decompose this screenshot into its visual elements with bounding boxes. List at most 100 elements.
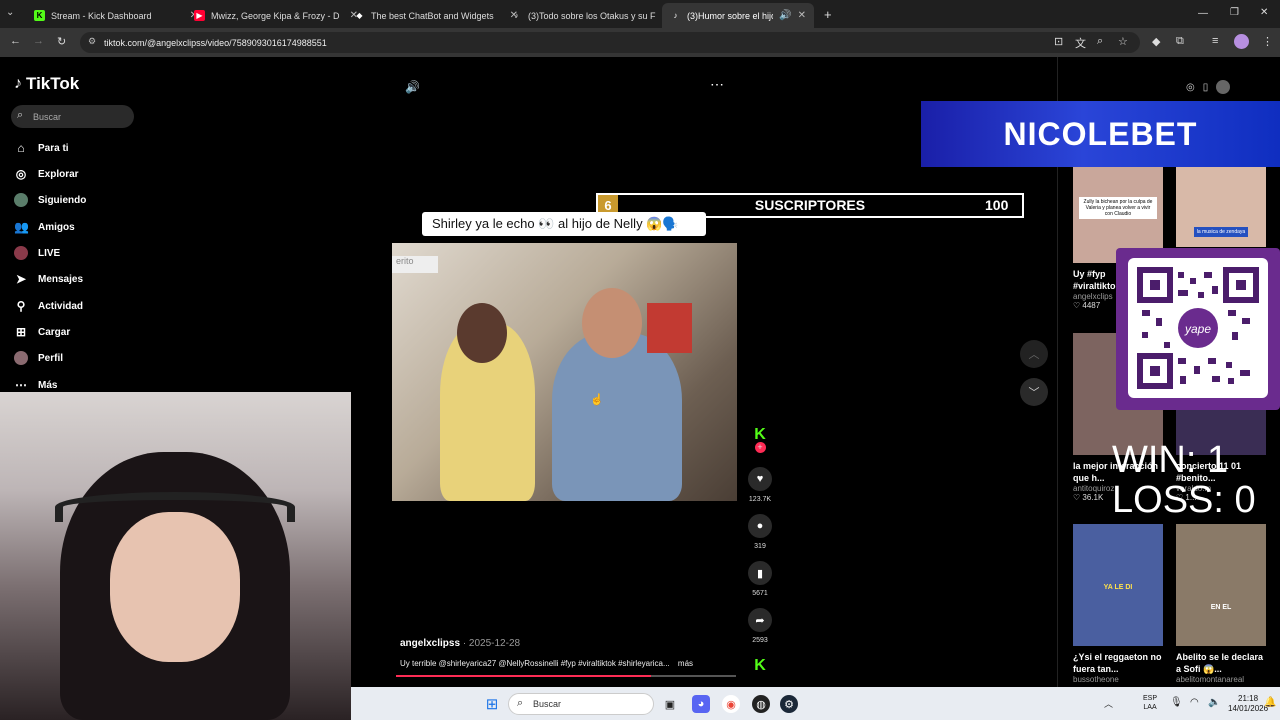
new-tab-icon[interactable]: + <box>824 7 832 22</box>
video-description: Uy terrible @shirleyarica27 @NellyRossin… <box>400 659 730 668</box>
microphone-icon[interactable]: 🎙 <box>1170 697 1183 708</box>
yape-label: yape <box>1184 322 1211 336</box>
tab-youtube[interactable]: ▶ Mwizz, George Kipa & Frozy - D ✕ <box>186 3 366 28</box>
tab-humor[interactable]: ♪ (3)Humor sobre el hijo de N 🔊 ✕ <box>662 3 814 28</box>
install-icon[interactable]: ⊡ <box>1054 35 1063 48</box>
nav-cargar[interactable]: ⊞ Cargar <box>14 325 70 339</box>
discord-icon[interactable]: ◕ <box>692 695 710 713</box>
reload-icon[interactable]: ↻ <box>57 35 66 48</box>
notification-icon[interactable]: 🔔 <box>1264 697 1276 708</box>
related-thumb-2[interactable]: la musica de zendaya <box>1176 167 1266 247</box>
menu-icon[interactable]: ⋮ <box>1262 35 1273 48</box>
minimize-icon[interactable]: — <box>1198 8 1208 19</box>
nav-para-ti[interactable]: ⌂ Para ti <box>14 141 68 155</box>
tiktok-icon: ♪ <box>14 75 22 92</box>
close-window-icon[interactable]: ✕ <box>1260 7 1268 18</box>
related-user: abelitomontanareal <box>1176 675 1245 684</box>
related-caption: Uy #fyp #viraltikto <box>1073 269 1116 291</box>
person-right <box>552 333 682 501</box>
thumb-text: Zully la bichean por la culpa de Valeria… <box>1079 197 1157 219</box>
creator-avatar[interactable]: K + <box>745 423 775 453</box>
related-info-1[interactable]: Uy #fyp #viraltikto angelxclips ♡ 4487 <box>1073 268 1116 310</box>
translate-icon[interactable]: 文 <box>1075 35 1086 51</box>
related-stat-value: 4487 <box>1082 301 1101 310</box>
activity-icon: ⚲ <box>16 299 26 313</box>
cursor-icon: ☝ <box>590 394 604 406</box>
speaker-icon[interactable]: 🔊 <box>779 10 791 21</box>
forward-icon[interactable]: → <box>33 35 44 47</box>
obs-icon[interactable]: ◍ <box>752 695 770 713</box>
like-button[interactable]: ♥ 123.7K <box>745 467 775 503</box>
tiktok-logo[interactable]: ♪ TikTok <box>14 74 79 94</box>
extensions-icon[interactable]: ⧉ <box>1176 35 1184 48</box>
chevron-up-icon[interactable]: ︿ <box>1104 697 1113 710</box>
sound-disc[interactable]: K <box>745 654 775 683</box>
caption-banner: Shirley ya le echo 👀 al hijo de Nelly 😱🗣… <box>422 212 706 236</box>
next-video-button[interactable]: ﹀ <box>1020 378 1048 406</box>
tab-chatbot[interactable]: ◆ The best ChatBot and Widgets ✕ <box>346 3 526 28</box>
back-icon[interactable]: ← <box>10 35 21 47</box>
extension-diamond-icon[interactable]: ◆ <box>1152 35 1160 48</box>
search-input[interactable]: ⌕ Buscar <box>11 105 134 128</box>
chrome-icon[interactable]: ◉ <box>722 695 740 713</box>
media-control-icon[interactable]: ≡ <box>1212 35 1218 47</box>
tab-otakus[interactable]: ♪ (3)Todo sobre los Otakus y su F ✕ <box>503 3 683 28</box>
wifi-icon[interactable]: ◠ <box>1190 697 1199 708</box>
video-progress-bar[interactable] <box>396 675 736 677</box>
video-author[interactable]: angelxclipss · 2025-12-28 <box>400 638 520 649</box>
follow-plus-icon[interactable]: + <box>754 442 766 453</box>
tv-screen <box>647 303 692 353</box>
share-count: 2593 <box>752 637 768 644</box>
tab-search-icon[interactable]: ⌄ <box>6 7 14 18</box>
phone-icon[interactable]: ▯ <box>1203 82 1209 93</box>
nav-mas[interactable]: ⋯ Más <box>14 378 57 392</box>
zoom-icon[interactable]: ⌕ <box>1097 35 1103 48</box>
profile-avatar[interactable] <box>1234 34 1249 49</box>
nav-live[interactable]: LIVE <box>14 246 60 260</box>
nav-siguiendo[interactable]: Siguiendo <box>14 193 86 207</box>
author-name[interactable]: angelxclipss <box>400 638 460 649</box>
search-icon: ⌕ <box>517 697 524 709</box>
more-options-icon[interactable]: ⋯ <box>710 76 724 93</box>
previous-video-button[interactable]: ︿ <box>1020 340 1048 368</box>
nav-actividad[interactable]: ⚲ Actividad <box>14 299 83 313</box>
volume-icon[interactable]: 🔈 <box>1208 697 1220 708</box>
bookmark-star-icon[interactable]: ☆ <box>1118 35 1128 48</box>
taskbar-search[interactable]: ⌕ Buscar <box>508 693 654 715</box>
user-avatar[interactable] <box>1216 80 1231 94</box>
address-bar[interactable]: ⚙ tiktok.com/@angelxclipss/video/7589093… <box>80 32 1140 53</box>
system-clock[interactable]: 21:18 14/01/2026 <box>1228 694 1268 714</box>
task-view-icon[interactable]: ▣ <box>661 695 679 713</box>
related-info-6[interactable]: Abelito se le declara a Sofi 😱... abelit… <box>1176 651 1266 684</box>
nav-explorar[interactable]: ◎ Explorar <box>14 167 79 181</box>
language-indicator[interactable]: ESP LAA <box>1143 694 1157 712</box>
video-player[interactable]: erito ☝ <box>392 243 737 501</box>
post-date: · 2025-12-28 <box>462 638 521 649</box>
sub-goal-target: 100 <box>985 197 1009 213</box>
comment-icon: ● <box>748 514 772 538</box>
related-thumb-6[interactable]: EN EL <box>1176 524 1266 646</box>
save-button[interactable]: ▮ 5671 <box>745 561 775 597</box>
home-icon: ⌂ <box>17 141 25 155</box>
related-info-5[interactable]: ¿Ysi el reggaeton no fuera tan... bussot… <box>1073 651 1163 684</box>
nav-amigos[interactable]: 👥 Amigos <box>14 220 75 234</box>
volume-icon[interactable]: 🔊 <box>405 80 420 94</box>
comment-button[interactable]: ● 319 <box>745 514 775 550</box>
person-left-head <box>457 303 507 363</box>
qr-code-icon: yape <box>1137 267 1259 389</box>
restore-icon[interactable]: ❐ <box>1230 7 1239 18</box>
related-thumb-5[interactable]: YA LE DI <box>1073 524 1163 646</box>
nav-mensajes[interactable]: ➤ Mensajes <box>14 272 83 286</box>
site-info-icon[interactable]: ⚙ <box>88 36 96 47</box>
yape-qr-code: yape <box>1128 258 1268 398</box>
tab-kick[interactable]: K Stream - Kick Dashboard ✕ <box>26 3 206 28</box>
windows-start-icon[interactable]: ⊞ <box>483 695 501 713</box>
steam-icon[interactable]: ⚙ <box>780 695 798 713</box>
more-link[interactable]: más <box>678 659 693 668</box>
share-button[interactable]: ➦ 2593 <box>745 608 775 644</box>
youtube-icon: ▶ <box>194 10 205 21</box>
nav-label: Más <box>38 379 58 391</box>
nav-perfil[interactable]: Perfil <box>14 351 63 365</box>
close-tab-icon[interactable]: ✕ <box>798 10 806 21</box>
coin-icon[interactable]: ◎ <box>1186 82 1195 93</box>
